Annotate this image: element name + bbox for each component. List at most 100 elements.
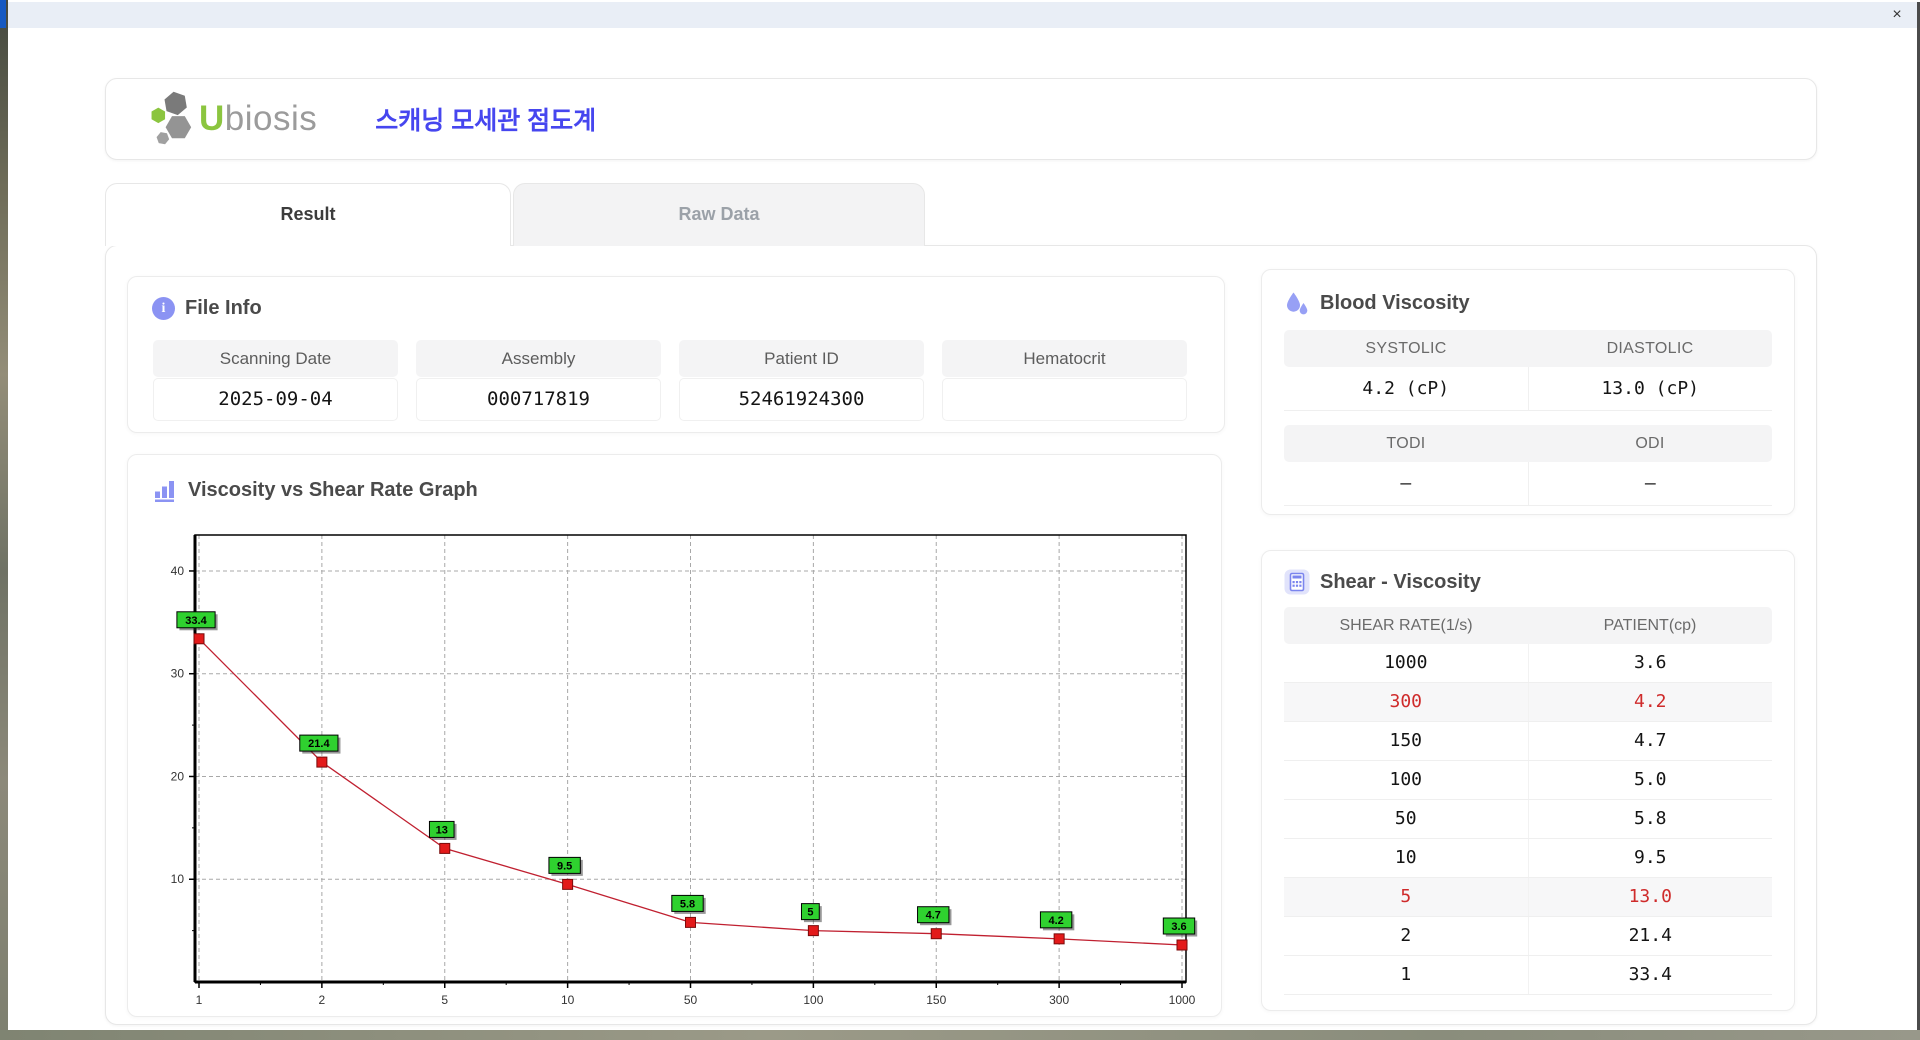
result-panel: i File Info Scanning Date 2025-09-04 Assem…	[105, 245, 1817, 1025]
shear-rate-cell: 100	[1389, 769, 1422, 790]
data-point-marker	[316, 756, 328, 768]
shear-rate-cell: 1	[1400, 964, 1412, 985]
shear-rate-cell: 10	[1394, 847, 1417, 868]
droplets-icon	[1287, 292, 1308, 315]
bv-header-cell: SYSTOLIC	[1365, 340, 1447, 357]
table-row: 1 33.4	[1284, 956, 1772, 995]
shear-table-header: SHEAR RATE(1/s) PATIENT(cp)	[1284, 607, 1772, 644]
tab-result[interactable]: Result	[105, 183, 511, 246]
header-card: Ubiosis 스캐닝 모세관 점도계	[105, 78, 1817, 160]
shear-rate-cell: 1000	[1384, 652, 1428, 673]
y-tick-label: 40	[171, 564, 185, 578]
field-value: 2025-09-04	[153, 378, 398, 421]
bv-value-cell: –	[1400, 473, 1412, 494]
file-info-field: Patient ID 52461924300	[679, 340, 924, 421]
desktop-background-bottom	[0, 1030, 1920, 1040]
shear-viscosity-card: Shear - Viscosity SHEAR RATE(1/s) PATIENT…	[1261, 550, 1795, 1011]
data-label-text: 9.5	[557, 860, 572, 872]
tab-raw-data[interactable]: Raw Data	[513, 183, 925, 246]
ubiosis-logo: Ubiosis	[151, 90, 317, 148]
field-label: Scanning Date	[153, 340, 398, 377]
data-label-text: 5.8	[680, 898, 695, 910]
x-tick-label: 150	[926, 993, 946, 1007]
info-icon: i	[152, 297, 175, 320]
bv-header-row: SYSTOLIC DIASTOLIC	[1284, 330, 1772, 367]
window-close-button[interactable]: ×	[1886, 5, 1908, 25]
shear-rate-cell: 300	[1389, 691, 1422, 712]
brand-rest: biosis	[224, 99, 318, 138]
data-label-text: 3.6	[1171, 921, 1186, 933]
bar-chart-icon	[155, 481, 174, 502]
x-tick-label: 50	[684, 993, 698, 1007]
file-info-field: Scanning Date 2025-09-04	[153, 340, 398, 421]
field-value: 000717819	[416, 378, 661, 421]
table-row: 10 9.5	[1284, 839, 1772, 878]
hexagon-logo-icon	[151, 91, 192, 145]
shear-viscosity-title: Shear - Viscosity	[1320, 570, 1481, 593]
data-point-marker	[439, 842, 451, 854]
bv-header-cell: TODI	[1386, 435, 1426, 452]
table-row: 300 4.2	[1284, 683, 1772, 722]
data-label-text: 21.4	[308, 738, 330, 750]
bv-header-row: TODI ODI	[1284, 425, 1772, 462]
bv-header-cell: ODI	[1635, 435, 1665, 452]
bv-value-cell: –	[1527, 462, 1773, 505]
data-point-marker	[930, 928, 942, 940]
file-info-title: File Info	[185, 297, 262, 319]
patient-cell: 5.8	[1527, 800, 1773, 838]
file-info-field: Hematocrit	[942, 340, 1187, 421]
x-tick-label: 300	[1049, 993, 1069, 1007]
app-title: 스캐닝 모세관 점도계	[375, 107, 597, 135]
x-tick-label: 1000	[1169, 993, 1196, 1007]
graph-card: Viscosity vs Shear Rate Graph 10 20 30 40 1 2…	[127, 454, 1222, 1017]
sv-column-header: SHEAR RATE(1/s)	[1339, 617, 1473, 634]
patient-cell: 13.0	[1527, 878, 1773, 916]
shear-rate-cell: 5	[1400, 886, 1412, 907]
bv-value-row: – –	[1284, 462, 1772, 506]
bv-value-cell: 4.2 (cP)	[1362, 378, 1450, 399]
patient-cell: 5.0	[1527, 761, 1773, 799]
field-value: 52461924300	[679, 378, 924, 421]
viscosity-chart: 10 20 30 40 1 2 5 10 50 100 150 300 1000 33.4 21.4 13 9.…	[171, 534, 1198, 1007]
field-label: Assembly	[416, 340, 661, 377]
desktop-background-left	[0, 0, 8, 1040]
shear-rate-cell: 2	[1400, 925, 1412, 946]
table-row: 2 21.4	[1284, 917, 1772, 956]
x-tick-label: 2	[319, 993, 326, 1007]
app-window: × Ubiosis 스캐닝 모세관 점도계 Result Raw Data i …	[8, 0, 1920, 1030]
field-label: Hematocrit	[942, 340, 1187, 377]
field-value	[942, 378, 1187, 421]
shear-rate-cell: 50	[1394, 808, 1417, 829]
y-tick-label: 30	[171, 667, 185, 681]
x-tick-label: 10	[561, 993, 575, 1007]
blood-viscosity-table: SYSTOLIC DIASTOLIC 4.2 (cP) 13.0 (cP) TODI OD…	[1284, 330, 1772, 506]
shear-table-body: 1000 3.6 300 4.2 150 4.7 100 5.0 50 5.8 10 9.5 5 13.0…	[1284, 644, 1772, 995]
data-point-marker	[193, 633, 205, 645]
patient-cell: 4.2	[1527, 683, 1773, 721]
calculator-grid-icon	[1284, 569, 1310, 595]
y-tick-label: 10	[171, 872, 185, 886]
bv-value-cell: 13.0 (cP)	[1527, 367, 1773, 410]
brand-wordmark: Ubiosis	[199, 99, 317, 139]
blood-viscosity-card: Blood Viscosity SYSTOLIC DIASTOLIC 4.2 (cP…	[1261, 269, 1795, 515]
data-label-text: 4.2	[1048, 915, 1063, 927]
data-point-marker	[807, 925, 819, 937]
data-point-marker	[1053, 933, 1065, 945]
data-point-marker	[685, 916, 696, 928]
data-label-text: 5	[807, 907, 813, 919]
y-tick-label: 20	[171, 769, 185, 783]
brand-u: U	[199, 99, 225, 138]
shear-rate-cell: 150	[1389, 730, 1422, 751]
window-titlebar: ×	[8, 2, 1920, 28]
blood-viscosity-title: Blood Viscosity	[1320, 291, 1470, 314]
table-row: 100 5.0	[1284, 761, 1772, 800]
desktop-accent-strip	[0, 0, 6, 28]
data-point-marker	[562, 878, 574, 890]
data-label-text: 33.4	[185, 615, 207, 627]
x-tick-label: 1	[196, 993, 203, 1007]
sv-column-header: PATIENT(cp)	[1603, 617, 1697, 634]
bv-header-cell: DIASTOLIC	[1606, 340, 1694, 357]
x-tick-label: 5	[441, 993, 448, 1007]
table-row: 150 4.7	[1284, 722, 1772, 761]
file-info-field: Assembly 000717819	[416, 340, 661, 421]
